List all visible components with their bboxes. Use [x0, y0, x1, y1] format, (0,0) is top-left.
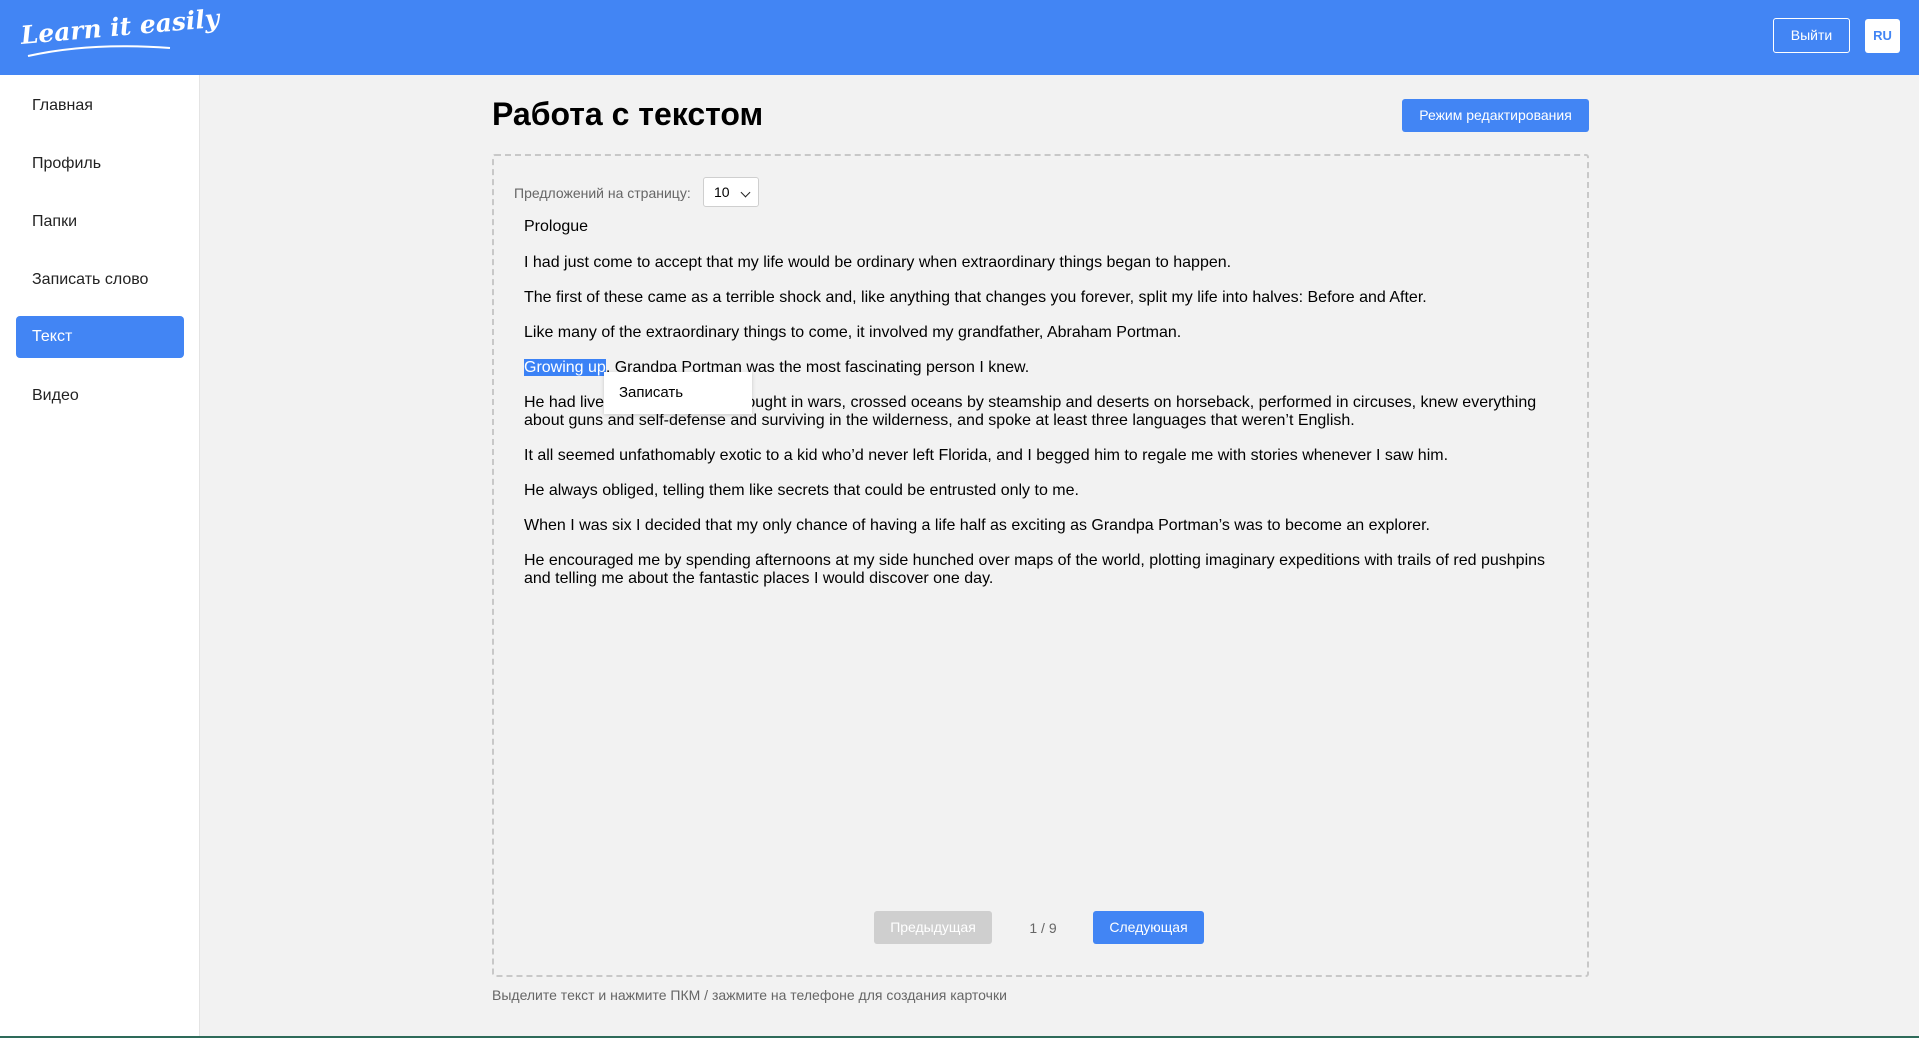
sidebar-item-video[interactable]: Видео	[16, 375, 184, 417]
top-bar: Learn it easily Выйти RU	[0, 0, 1919, 75]
sidebar-item-folders[interactable]: Папки	[16, 201, 184, 243]
sentence[interactable]: When I was six I decided that my only ch…	[524, 517, 1564, 535]
per-page-select[interactable]: 10	[703, 177, 759, 207]
selected-text[interactable]: Growing up	[524, 359, 606, 376]
language-button[interactable]: RU	[1865, 19, 1900, 53]
logout-button[interactable]: Выйти	[1773, 18, 1850, 53]
sentence[interactable]: He encouraged me by spending afternoons …	[524, 552, 1564, 588]
sentence[interactable]: It all seemed unfathomably exotic to a k…	[524, 447, 1564, 465]
per-page-value: 10	[714, 184, 730, 200]
sentence[interactable]: He always obliged, telling them like sec…	[524, 482, 1564, 500]
sidebar-item-text[interactable]: Текст	[16, 316, 184, 358]
sidebar: Главная Профиль Папки Записать слово Тек…	[0, 75, 200, 1038]
sentence[interactable]: Prologue	[524, 218, 1564, 236]
edit-mode-button[interactable]: Режим редактирования	[1402, 99, 1589, 132]
sidebar-item-record-word[interactable]: Записать слово	[16, 259, 184, 301]
context-menu-record[interactable]: Записать	[604, 372, 752, 414]
chevron-down-icon	[740, 187, 751, 198]
page-title: Работа с текстом	[492, 96, 764, 132]
sidebar-item-home[interactable]: Главная	[16, 85, 184, 127]
sidebar-item-profile[interactable]: Профиль	[16, 143, 184, 185]
previous-page-button: Предыдущая	[874, 911, 992, 944]
hint-text: Выделите текст и нажмите ПКМ / зажмите н…	[492, 987, 1007, 1003]
sentence[interactable]: The first of these came as a terrible sh…	[524, 289, 1564, 307]
page-indicator: 1 / 9	[1029, 920, 1057, 936]
next-page-button[interactable]: Следующая	[1093, 911, 1204, 944]
per-page-label: Предложений на страницу:	[514, 185, 691, 201]
text-panel: Предложений на страницу: 10 Prologue I h…	[492, 154, 1589, 977]
sentence[interactable]: Like many of the extraordinary things to…	[524, 324, 1564, 342]
sentence[interactable]: I had just come to accept that my life w…	[524, 254, 1564, 272]
logo[interactable]: Learn it easily	[19, 4, 220, 62]
